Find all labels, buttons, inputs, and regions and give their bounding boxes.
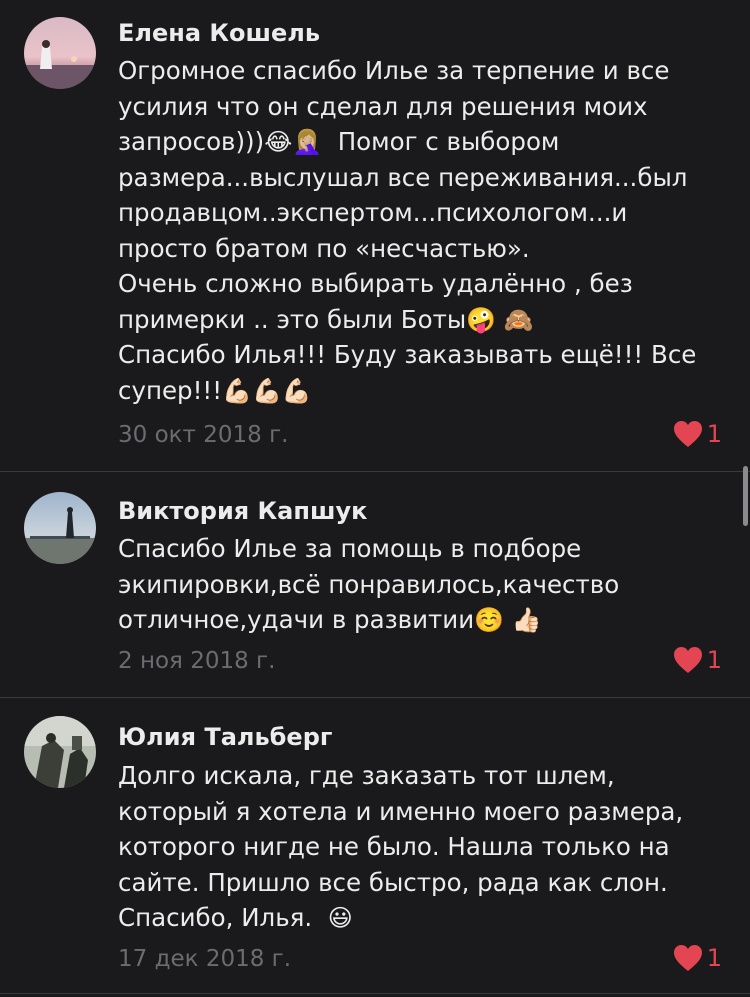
like-count: 1 [706,944,722,972]
comment-date: 17 дек 2018 г. [118,946,292,972]
avatar[interactable] [24,492,96,564]
flexed-biceps-emoji: 💪🏻💪🏻💪🏻 [222,376,312,405]
comment-text: Огромное спасибо Илье за терпение и все … [118,53,738,408]
comment-line: просто братом по «несчастью». [118,233,530,263]
comment-line: Очень сложно выбирать удалённо , без [118,269,633,298]
author-name[interactable]: Юлия Тальберг [118,723,332,751]
like-button[interactable]: 1 [673,944,722,972]
avatar[interactable] [24,716,96,788]
like-button[interactable]: 1 [673,646,722,674]
heart-icon [673,647,702,673]
comment-line: Долго искала, где заказать тот шлем, [118,761,615,790]
laughing-emoji: 😂 [264,128,293,156]
like-button[interactable]: 1 [673,420,722,448]
author-name[interactable]: Елена Кошель [118,19,320,47]
comment-text: Долго искала, где заказать тот шлем, кот… [118,758,738,936]
avatar[interactable] [24,17,96,89]
comment-line: супер!!! [118,375,223,405]
thumbs-up-emoji: 👍🏻 [511,606,542,634]
comment-line: который я хотела и именно моего размера, [118,796,684,826]
comment-line: усилия что он сделал для решения моих [118,91,648,121]
zany-face-emoji: 🤪 [466,305,497,334]
comment-line: продавцом..экспертом...психологом...и [118,198,628,227]
divider [0,471,750,472]
comment-line: сайте. Пришло все быстро, рада как слон. [118,867,668,897]
comment-line: Спасибо Илья!!! Буду заказывать ещё!!! В… [118,340,697,369]
smiling-face-emoji: ☺️ [474,606,505,634]
comment-line: примерки .. это были Боты [118,304,467,334]
like-count: 1 [706,646,722,674]
comment-line: запросов))) [118,127,265,156]
comment-line: Спасибо Илье за помощь в подборе [118,534,582,563]
author-name[interactable]: Виктория Капшук [118,497,367,525]
see-no-evil-monkey-emoji: 🙈 [503,305,534,334]
divider [0,697,750,698]
grinning-face-emoji: 😃 [327,904,353,932]
comment-line: отличное,удачи в развитии [118,605,475,634]
comment-text: Спасибо Илье за помощь в подборе экипиро… [118,531,738,638]
facepalm-emoji: 🤦🏼‍♀️ [292,128,323,156]
comment-date: 2 ноя 2018 г. [118,648,276,674]
divider [0,993,750,994]
comment-line: размера...выслушал все переживания...был [118,162,688,192]
heart-icon [673,945,702,971]
comment-line: которого нигде не было. Нашла только на [118,832,670,861]
comment-line: Спасибо, Илья. [118,903,320,932]
comment-date: 30 окт 2018 г. [118,422,289,448]
like-count: 1 [706,420,722,448]
heart-icon [673,421,702,447]
comment-line: Огромное спасибо Илье за терпение и все [118,56,670,85]
comment-line: Помог с выбором [337,127,560,156]
scrollbar[interactable] [743,466,748,526]
comment-line: экипировки,всё понравилось,качество [118,569,620,599]
